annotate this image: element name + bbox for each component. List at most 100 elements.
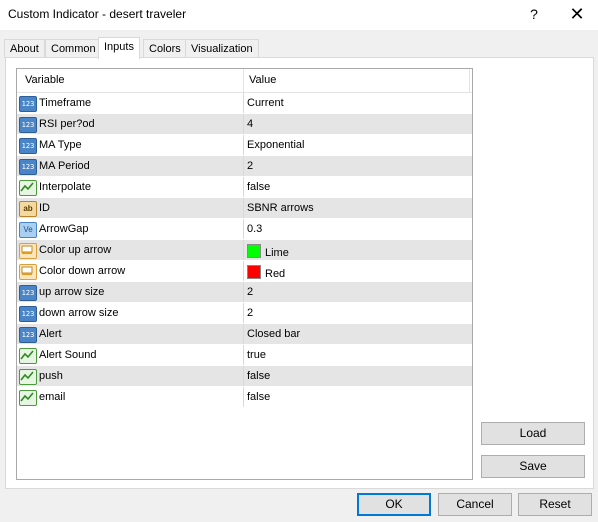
table-row[interactable]: 123 MA Period 2 [17, 156, 472, 177]
value-text: 4 [247, 118, 254, 130]
value-text: 2 [247, 286, 254, 298]
value-text: true [247, 349, 266, 361]
variable-cell: MA Type [39, 139, 82, 151]
value-cell[interactable]: 2 [247, 286, 253, 298]
table-row[interactable]: 123 Alert Closed bar [17, 324, 472, 345]
variable-cell: push [39, 370, 63, 382]
tab-visualization[interactable]: Visualization [185, 39, 259, 58]
variable-cell: down arrow size [39, 307, 119, 319]
variable-cell: Timeframe [39, 97, 92, 109]
value-text: false [247, 181, 271, 193]
color-icon [19, 264, 37, 280]
variable-cell: email [39, 391, 66, 403]
table-row[interactable]: email false [17, 387, 472, 408]
tab-about[interactable]: About [4, 39, 45, 58]
table-row[interactable]: 123 MA Type Exponential [17, 135, 472, 156]
value-text: false [247, 370, 271, 382]
column-header-value[interactable]: Value [249, 74, 276, 86]
tab-inputs[interactable]: Inputs [98, 37, 140, 59]
table-row[interactable]: Color up arrow Lime [17, 240, 472, 261]
column-divider-end [469, 69, 470, 92]
variable-cell: Alert [39, 328, 62, 340]
table-row[interactable]: ab ID SBNR arrows [17, 198, 472, 219]
boolean-icon [19, 390, 37, 406]
table-row[interactable]: push false [17, 366, 472, 387]
value-cell[interactable]: false [247, 370, 270, 382]
cell-divider [243, 261, 244, 281]
value-cell[interactable]: SBNR arrows [247, 202, 314, 214]
tab-colors[interactable]: Colors [143, 39, 187, 58]
string-icon: ab [19, 201, 37, 217]
table-row[interactable]: Interpolate false [17, 177, 472, 198]
value-cell[interactable]: false [247, 181, 270, 193]
cell-divider [243, 219, 244, 239]
value-text: 2 [247, 160, 254, 172]
cell-divider [243, 324, 244, 344]
value-cell[interactable]: false [247, 391, 270, 403]
ok-button[interactable]: OK [357, 493, 431, 516]
number-icon: 123 [19, 96, 37, 112]
double-icon: Ve [19, 222, 37, 238]
cell-divider [243, 345, 244, 365]
variable-cell: Interpolate [39, 181, 91, 193]
grid-header: Variable Value [17, 69, 472, 93]
value-cell[interactable]: Closed bar [247, 328, 300, 340]
load-button[interactable]: Load [481, 422, 585, 445]
cell-divider [243, 93, 244, 113]
boolean-icon [19, 369, 37, 385]
table-row[interactable]: 123 up arrow size 2 [17, 282, 472, 303]
table-row[interactable]: 123 down arrow size 2 [17, 303, 472, 324]
value-cell[interactable]: true [247, 349, 266, 361]
variable-cell: Alert Sound [39, 349, 97, 361]
cell-divider [243, 135, 244, 155]
value-text: Red [265, 268, 286, 280]
value-cell[interactable]: 0.3 [247, 223, 262, 235]
value-text: Closed bar [247, 328, 301, 340]
value-cell[interactable]: Red [247, 265, 285, 280]
inputs-grid: Variable Value 123 Timeframe Current 123 RSI… [16, 68, 473, 480]
color-icon [19, 243, 37, 259]
value-cell[interactable]: Current [247, 97, 284, 109]
cancel-button[interactable]: Cancel [438, 493, 512, 516]
value-cell[interactable]: 2 [247, 307, 253, 319]
value-text: false [247, 391, 271, 403]
value-cell[interactable]: Lime [247, 244, 289, 259]
cell-divider [243, 303, 244, 323]
value-cell[interactable]: 2 [247, 160, 253, 172]
cell-divider [243, 156, 244, 176]
table-row[interactable]: 123 RSI per?od 4 [17, 114, 472, 135]
value-text: 0.3 [247, 223, 263, 235]
number-icon: 123 [19, 327, 37, 343]
table-row[interactable]: 123 Timeframe Current [17, 93, 472, 114]
tab-common[interactable]: Common [45, 39, 102, 58]
cell-divider [243, 198, 244, 218]
table-row[interactable]: Ve ArrowGap 0.3 [17, 219, 472, 240]
value-cell[interactable]: 4 [247, 118, 253, 130]
variable-cell: MA Period [39, 160, 90, 172]
save-button[interactable]: Save [481, 455, 585, 478]
value-cell[interactable]: Exponential [247, 139, 305, 151]
table-row[interactable]: Color down arrow Red [17, 261, 472, 282]
number-icon: 123 [19, 117, 37, 133]
variable-cell: RSI per?od [39, 118, 95, 130]
boolean-icon [19, 180, 37, 196]
reset-button[interactable]: Reset [518, 493, 592, 516]
title-bar: Custom Indicator - desert traveler ? ✕ [0, 0, 598, 30]
close-button[interactable]: ✕ [566, 3, 588, 25]
number-icon: 123 [19, 285, 37, 301]
number-icon: 123 [19, 306, 37, 322]
color-swatch [247, 265, 261, 279]
number-icon: 123 [19, 138, 37, 154]
help-button[interactable]: ? [524, 4, 544, 24]
variable-cell: ID [39, 202, 50, 214]
value-text: 2 [247, 307, 254, 319]
cell-divider [243, 240, 244, 260]
variable-cell: ArrowGap [39, 223, 89, 235]
variable-cell: up arrow size [39, 286, 105, 298]
variable-cell: Color down arrow [39, 265, 126, 277]
value-text: Lime [265, 247, 289, 259]
table-row[interactable]: Alert Sound true [17, 345, 472, 366]
column-header-variable[interactable]: Variable [25, 74, 65, 86]
window-title: Custom Indicator - desert traveler [8, 7, 187, 21]
column-divider[interactable] [243, 69, 244, 92]
